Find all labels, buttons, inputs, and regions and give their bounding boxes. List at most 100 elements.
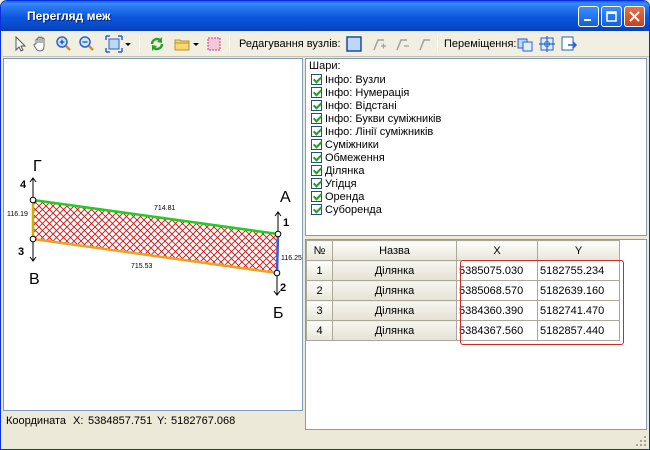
status-bar: Координата X: 5384857.751 Y: 5182767.068: [3, 412, 303, 430]
edit-nodes-move-tool[interactable]: [416, 35, 434, 53]
layer-item[interactable]: Обмеження: [311, 152, 385, 165]
refresh-tool[interactable]: [148, 35, 166, 53]
y-cell[interactable]: 5182639.160: [537, 280, 620, 301]
y-cell[interactable]: 5182741.470: [537, 300, 620, 321]
neighbour-letter-v: В: [29, 271, 40, 288]
layer-item[interactable]: Інфо: Нумерація: [311, 87, 409, 100]
zoom-out-tool[interactable]: [77, 35, 95, 53]
move-node-icon: [419, 39, 430, 51]
zoom-extent-icon: [105, 35, 123, 53]
export-icon: [561, 36, 578, 51]
layer-checkbox[interactable]: [311, 191, 322, 202]
distance-label-bottom: 715.53: [131, 263, 153, 270]
layer-item[interactable]: Ділянка: [311, 165, 365, 178]
layer-item[interactable]: Оренда: [311, 191, 364, 204]
layer-checkbox[interactable]: [311, 100, 322, 111]
layer-item[interactable]: Угідця: [311, 178, 357, 191]
layer-label: Суборенда: [325, 204, 382, 216]
layer-checkbox[interactable]: [311, 87, 322, 98]
node-3[interactable]: [29, 235, 37, 243]
layer-item[interactable]: Суміжники: [311, 139, 379, 152]
move-target-tool[interactable]: [538, 35, 556, 53]
edit-nodes-delete-tool[interactable]: [393, 35, 411, 53]
layer-item[interactable]: Суборенда: [311, 204, 382, 217]
layer-checkbox[interactable]: [311, 204, 322, 215]
select-arrow-tool[interactable]: [11, 35, 29, 53]
move-export-tool[interactable]: [560, 35, 578, 53]
distance-label-right: 116.25: [281, 255, 302, 262]
layer-item[interactable]: Інфо: Вузли: [311, 74, 386, 87]
name-cell[interactable]: Ділянка: [332, 280, 457, 301]
x-cell[interactable]: 5384360.390: [456, 300, 538, 321]
column-header-x[interactable]: X: [456, 240, 538, 261]
column-header-y[interactable]: Y: [537, 240, 620, 261]
zoom-dropdown[interactable]: [123, 35, 133, 53]
layer-checkbox[interactable]: [311, 165, 322, 176]
x-cell[interactable]: 5385075.030: [456, 260, 538, 281]
column-header-name[interactable]: Назва: [332, 240, 457, 261]
title-bar[interactable]: Перегляд меж: [1, 1, 649, 31]
layer-checkbox[interactable]: [311, 139, 322, 150]
layer-label: Інфо: Вузли: [325, 74, 386, 86]
distance-label-left: 116.19: [7, 211, 28, 218]
pan-tool[interactable]: [31, 35, 49, 53]
row-number-cell[interactable]: 2: [306, 280, 333, 301]
edit-nodes-rect-tool[interactable]: [345, 35, 363, 53]
minimize-icon: [584, 19, 591, 21]
folder-dropdown[interactable]: [191, 35, 201, 53]
layer-item[interactable]: Інфо: Букви суміжників: [311, 113, 441, 126]
layer-label: Суміжники: [325, 139, 379, 151]
layer-item[interactable]: Інфо: Відстані: [311, 100, 397, 113]
layer-item[interactable]: Інфо: Лінії суміжників: [311, 126, 433, 139]
column-header-number[interactable]: №: [306, 240, 333, 261]
table-row[interactable]: 3 Ділянка 5384360.390 5182741.470: [306, 300, 620, 321]
row-number-cell[interactable]: 1: [306, 260, 333, 281]
node-4[interactable]: [29, 196, 37, 204]
y-cell[interactable]: 5182857.440: [537, 320, 620, 341]
table-row[interactable]: 4 Ділянка 5384367.560 5182857.440: [306, 320, 620, 341]
layer-checkbox[interactable]: [311, 126, 322, 137]
zoom-in-tool[interactable]: [54, 35, 72, 53]
layer-checkbox[interactable]: [311, 178, 322, 189]
minimize-button[interactable]: [578, 6, 599, 27]
table-row[interactable]: 2 Ділянка 5385068.570 5182639.160: [306, 280, 620, 301]
open-folder-tool[interactable]: [173, 35, 191, 53]
node-1[interactable]: [274, 230, 282, 238]
layers-panel: Шари: Інфо: Вузли Інфо: Нумерація Інфо: Ві…: [305, 58, 647, 236]
maximize-button[interactable]: [601, 6, 622, 27]
select-area-tool[interactable]: [205, 35, 223, 53]
layer-checkbox[interactable]: [311, 74, 322, 85]
maximize-icon: [606, 11, 617, 22]
x-cell[interactable]: 5384367.560: [456, 320, 538, 341]
name-cell[interactable]: Ділянка: [332, 320, 457, 341]
name-cell[interactable]: Ділянка: [332, 300, 457, 321]
y-cell[interactable]: 5182755.234: [537, 260, 620, 281]
name-cell[interactable]: Ділянка: [332, 260, 457, 281]
coordinates-grid[interactable]: № Назва X Y 1 Ділянка 5385075.030 5182755.2…: [305, 239, 647, 430]
close-button[interactable]: [624, 6, 645, 27]
edge-1-2: [275, 233, 280, 274]
dashed-selection-icon: [207, 37, 221, 51]
map-canvas[interactable]: 4 3 1 2 Г В А Б 714.81 715.53 116.19 116…: [3, 58, 303, 411]
x-value: 5384857.751: [88, 415, 153, 427]
y-label: Y:: [157, 415, 167, 427]
zoom-extent-tool[interactable]: [105, 35, 123, 53]
edit-nodes-add-tool[interactable]: [370, 35, 388, 53]
table-row[interactable]: 1 Ділянка 5385075.030 5182755.234: [306, 260, 620, 281]
layer-checkbox[interactable]: [311, 113, 322, 124]
folder-icon: [174, 39, 190, 51]
row-number-cell[interactable]: 3: [306, 300, 333, 321]
resize-grip-icon[interactable]: [635, 435, 647, 447]
layer-label: Інфо: Нумерація: [325, 87, 410, 99]
layer-checkbox[interactable]: [311, 152, 322, 163]
row-number-cell[interactable]: 4: [306, 320, 333, 341]
node-2[interactable]: [273, 269, 281, 277]
layer-label: Інфо: Букви суміжників: [325, 113, 442, 125]
zoom-in-icon: [56, 36, 71, 51]
node-number-2: 2: [280, 282, 286, 294]
chevron-down-icon: [125, 43, 131, 46]
neighbour-letter-g: Г: [33, 158, 42, 175]
move-tool[interactable]: [516, 35, 534, 53]
x-cell[interactable]: 5385068.570: [456, 280, 538, 301]
add-node-icon: [373, 39, 386, 51]
